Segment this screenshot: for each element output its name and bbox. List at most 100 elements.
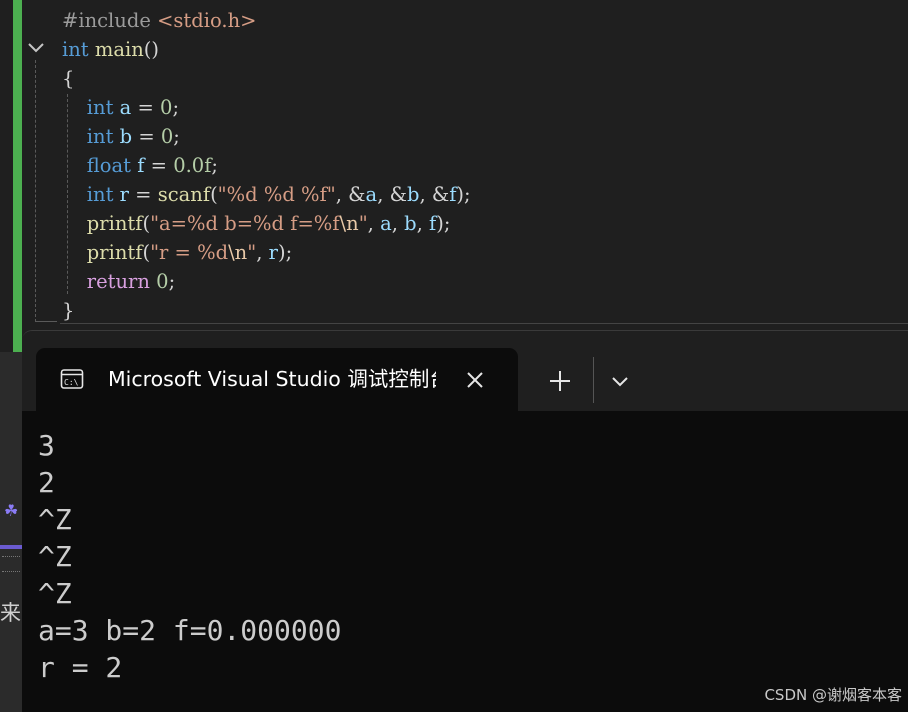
terminal-tab-bar: C:\ Microsoft Visual Studio 调试控制台 [22, 330, 908, 411]
code-token: #include [62, 9, 158, 32]
code-token: int [62, 38, 89, 61]
close-icon[interactable] [464, 369, 486, 391]
code-token: ( [142, 212, 151, 235]
tab-bar-divider [593, 357, 594, 403]
code-token: printf [86, 212, 143, 235]
code-token: , [416, 212, 430, 235]
code-token: " [358, 212, 368, 235]
code-token: ; [172, 96, 180, 119]
code-token: = [132, 125, 161, 148]
code-token: = [144, 154, 174, 177]
code-token: r [268, 241, 278, 264]
ide-side-panel [0, 352, 22, 712]
code-token: ; [168, 270, 176, 293]
code-token: b [119, 125, 133, 148]
splitter-grip[interactable] [2, 556, 20, 572]
console-icon: C:\ [60, 369, 84, 389]
code-token: } [62, 299, 75, 322]
code-line: } [62, 296, 74, 325]
code-line: int a = 0; [62, 93, 179, 122]
code-token: <stdio.h> [157, 9, 257, 32]
code-token: ; [173, 125, 180, 148]
code-token: " [247, 241, 257, 264]
code-token: , [256, 241, 269, 264]
console-output-line: r = 2 [38, 651, 123, 684]
code-token: \n [339, 212, 359, 235]
code-token: ; [211, 154, 218, 177]
code-token: ( [210, 183, 218, 206]
console-output-line: a=3 b=2 f=0.000000 [38, 614, 342, 647]
console-output-line: ^Z [38, 577, 72, 610]
terminal-tab-title: Microsoft Visual Studio 调试控制台 [108, 367, 436, 391]
code-token: float [86, 154, 132, 177]
solution-icon[interactable]: ☘ [4, 500, 20, 522]
terminal-window[interactable]: C:\ Microsoft Visual Studio 调试控制台 3 2 ^Z ^Z… [22, 330, 908, 712]
code-line: int b = 0; [62, 122, 180, 151]
code-token: "%d %d %f" [217, 183, 336, 206]
code-token: () [143, 38, 159, 61]
code-token: , & [419, 183, 450, 206]
code-token: a [119, 96, 132, 119]
code-token: a [365, 183, 378, 206]
code-token: b [406, 183, 420, 206]
code-token: 0 [160, 125, 174, 148]
code-token: , & [377, 183, 407, 206]
plus-icon[interactable] [546, 367, 574, 395]
code-token: , [391, 212, 405, 235]
code-line: #include <stdio.h> [62, 6, 256, 35]
terminal-tab[interactable]: C:\ Microsoft Visual Studio 调试控制台 [36, 348, 518, 411]
watermark: CSDN @谢烟客本客 [764, 686, 902, 704]
code-editor[interactable]: #include <stdio.h> int main(){ int a = 0;… [0, 0, 908, 360]
code-token: int [86, 183, 114, 206]
console-output-line: ^Z [38, 503, 72, 536]
console-output-line: 2 [38, 466, 55, 499]
code-token: ); [436, 212, 451, 235]
code-token: return [86, 270, 150, 293]
code-token: 0 [160, 96, 173, 119]
chevron-down-icon[interactable] [608, 369, 632, 393]
code-token: ( [142, 241, 151, 264]
code-token: 0 [156, 270, 169, 293]
code-token: = [131, 96, 161, 119]
code-line: int main() [62, 35, 159, 64]
console-output[interactable]: 3 2 ^Z ^Z ^Z a=3 b=2 f=0.000000 r = 2 [22, 410, 908, 712]
code-token: printf [86, 241, 143, 264]
code-token: { [62, 67, 75, 90]
side-panel-accent [0, 545, 22, 549]
code-line: { [62, 64, 74, 93]
console-output-line: ^Z [38, 540, 72, 573]
code-token: "r = %d [150, 241, 229, 264]
code-line: printf("a=%d b=%d f=%f\n", a, b, f); [62, 209, 451, 238]
code-token: b [404, 212, 417, 235]
code-line: int r = scanf("%d %d %f", &a, &b, &f); [62, 180, 471, 209]
code-token: int [86, 96, 114, 119]
code-line: return 0; [62, 267, 175, 296]
code-line: float f = 0.0f; [62, 151, 218, 180]
code-token: r [119, 183, 129, 206]
change-indicator-bar [13, 0, 22, 352]
code-token: 0.0f [173, 154, 212, 177]
code-token: \n [228, 241, 248, 264]
console-output-line: 3 [38, 429, 55, 462]
svg-text:C:\: C:\ [64, 378, 79, 387]
code-token: , & [335, 183, 366, 206]
code-token: main [94, 38, 144, 61]
fold-guide-end [35, 321, 57, 322]
code-token: scanf [157, 183, 211, 206]
code-token: int [86, 125, 114, 148]
code-token: = [128, 183, 158, 206]
code-line: printf("r = %d\n", r); [62, 238, 292, 267]
code-token: ); [456, 183, 471, 206]
code-token: , [367, 212, 381, 235]
side-panel-label: 来 [0, 601, 21, 625]
chevron-down-icon[interactable] [27, 38, 45, 58]
code-token: "a=%d b=%d f=%f [150, 212, 340, 235]
code-token: ); [277, 241, 293, 264]
